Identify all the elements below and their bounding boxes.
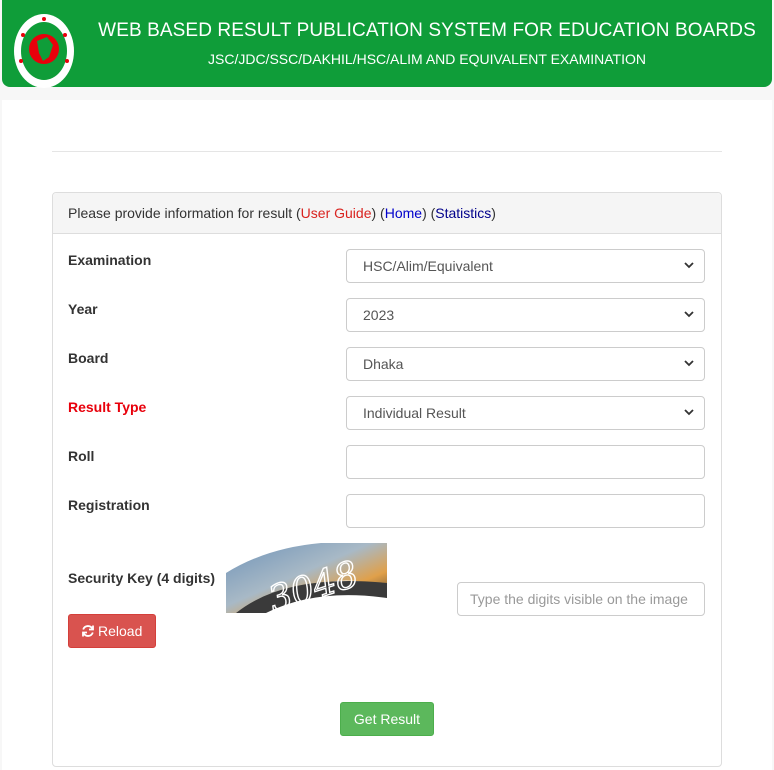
home-link[interactable]: Home bbox=[385, 205, 422, 221]
site-title: WEB BASED RESULT PUBLICATION SYSTEM FOR … bbox=[98, 20, 756, 41]
reload-label: Reload bbox=[98, 623, 143, 639]
panel-end: ) bbox=[491, 205, 496, 221]
board-value: Dhaka bbox=[363, 356, 404, 372]
examination-select[interactable]: HSC/Alim/Equivalent bbox=[346, 249, 705, 283]
chevron-down-icon bbox=[684, 262, 694, 269]
panel-prompt: Please provide information for result ( bbox=[68, 205, 301, 221]
user-guide-link[interactable]: User Guide bbox=[301, 205, 372, 221]
registration-label: Registration bbox=[68, 497, 150, 513]
site-header: WEB BASED RESULT PUBLICATION SYSTEM FOR … bbox=[2, 0, 772, 88]
result-type-label: Result Type bbox=[68, 399, 147, 415]
main-content: Please provide information for result (U… bbox=[2, 100, 772, 770]
roll-input[interactable] bbox=[346, 445, 705, 479]
divider bbox=[52, 151, 722, 152]
captcha-input[interactable]: Type the digits visible on the image bbox=[457, 582, 705, 616]
result-type-select[interactable]: Individual Result bbox=[346, 396, 705, 430]
panel-sep-2: ) ( bbox=[422, 205, 436, 221]
roll-label: Roll bbox=[68, 448, 95, 464]
examination-value: HSC/Alim/Equivalent bbox=[363, 258, 493, 274]
result-type-value: Individual Result bbox=[363, 405, 466, 421]
year-label: Year bbox=[68, 301, 98, 317]
registration-input[interactable] bbox=[346, 494, 705, 528]
panel-heading: Please provide information for result (U… bbox=[53, 193, 721, 234]
captcha-image: 3048 bbox=[226, 543, 387, 613]
year-value: 2023 bbox=[363, 307, 395, 323]
chevron-down-icon bbox=[684, 360, 694, 367]
examination-label: Examination bbox=[68, 252, 152, 268]
board-select[interactable]: Dhaka bbox=[346, 347, 705, 381]
panel-sep-1: ) ( bbox=[371, 205, 385, 221]
chevron-down-icon bbox=[684, 409, 694, 416]
site-subtitle: JSC/JDC/SSC/DAKHIL/HSC/ALIM AND EQUIVALE… bbox=[208, 51, 646, 67]
security-key-label: Security Key (4 digits) bbox=[68, 570, 216, 586]
chevron-down-icon bbox=[684, 311, 694, 318]
result-form-panel: Please provide information for result (U… bbox=[52, 192, 722, 767]
year-select[interactable]: 2023 bbox=[346, 298, 705, 332]
reload-button[interactable]: Reload bbox=[68, 614, 156, 648]
refresh-icon bbox=[82, 625, 94, 637]
get-result-button[interactable]: Get Result bbox=[340, 702, 434, 736]
board-label: Board bbox=[68, 350, 109, 366]
statistics-link[interactable]: Statistics bbox=[435, 205, 491, 221]
